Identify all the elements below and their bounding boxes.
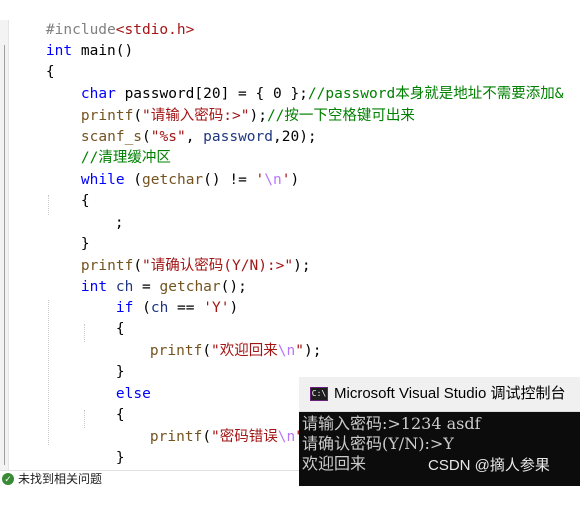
code-line-20: printf("密码错误\n"); xyxy=(115,406,322,445)
watermark-text: CSDN @摘人参果 xyxy=(428,457,550,474)
token: ); xyxy=(293,258,311,274)
code-line-6: scanf_s("%s", password,20); xyxy=(46,106,317,145)
code-line-1: #include<stdio.h> xyxy=(11,0,194,38)
token: \n xyxy=(277,343,296,359)
console-app-icon: C:\ xyxy=(310,387,328,401)
code-line-21: } xyxy=(81,427,125,466)
code-line-9: { xyxy=(46,170,90,209)
token: ( xyxy=(202,429,212,445)
code-line-5: printf("请输入密码:>");//按一下空格键可出来 xyxy=(46,85,415,124)
check-circle-icon: ✓ xyxy=(2,473,14,485)
token: ) xyxy=(229,300,239,316)
code-line-16: printf("欢迎回来\n"); xyxy=(115,320,322,359)
code-line-19: { xyxy=(81,384,125,423)
token: getchar xyxy=(142,172,204,188)
status-message: 未找到相关问题 xyxy=(18,472,103,486)
token: printf xyxy=(149,429,203,445)
code-line-7: //清理缓冲区 xyxy=(46,127,171,166)
code-line-3: { xyxy=(11,41,55,80)
token: \n xyxy=(264,172,282,188)
token: == xyxy=(168,300,204,316)
token: "欢迎回来 xyxy=(211,343,278,359)
code-line-4: char password[20] = { 0 };//password本身就是… xyxy=(46,63,564,102)
console-output-line: 请输入密码:>1234 asdf xyxy=(302,414,481,433)
token: " xyxy=(295,343,304,359)
code-line-17: } xyxy=(81,341,125,380)
code-line-18: else xyxy=(81,363,151,402)
token: ; xyxy=(114,215,124,231)
token: main() xyxy=(72,43,134,59)
indent-guide xyxy=(48,300,49,445)
token: 'Y' xyxy=(203,300,230,316)
token: ,20); xyxy=(273,129,317,145)
code-line-8: while (getchar() != '\n') xyxy=(46,149,299,188)
console-titlebar[interactable]: C:\ Microsoft Visual Studio 调试控制台 xyxy=(299,377,580,412)
token: \n xyxy=(277,429,296,445)
code-line-22: return 0; xyxy=(46,449,160,488)
code-line-10: ; xyxy=(80,192,124,231)
token: password xyxy=(203,129,273,145)
token: ( xyxy=(124,172,143,188)
code-line-12: printf("请确认密码(Y/N):>"); xyxy=(46,235,311,274)
code-line-14: if (ch == 'Y') xyxy=(81,277,238,316)
code-line-2: int main() xyxy=(11,20,133,59)
token: () != xyxy=(203,172,256,188)
code-line-11: } xyxy=(46,213,90,252)
fold-guide-main xyxy=(4,45,5,465)
token: ( xyxy=(133,300,151,316)
token: , xyxy=(185,129,204,145)
token: ); xyxy=(303,343,322,359)
status-bar: ✓ 未找到相关问题 xyxy=(0,470,299,487)
token: ) xyxy=(290,172,300,188)
token: ' xyxy=(255,172,265,188)
token: ( xyxy=(202,343,212,359)
code-line-15: { xyxy=(81,298,125,337)
token: ch xyxy=(150,300,169,316)
token: "密码错误 xyxy=(211,429,278,445)
console-title: Microsoft Visual Studio 调试控制台 xyxy=(334,385,566,402)
console-output-line: 欢迎回来 xyxy=(302,454,367,473)
code-line-13: int ch = getchar(); xyxy=(46,256,247,295)
token: printf xyxy=(149,343,203,359)
console-output-line: 请确认密码(Y/N):>Y xyxy=(302,434,454,453)
